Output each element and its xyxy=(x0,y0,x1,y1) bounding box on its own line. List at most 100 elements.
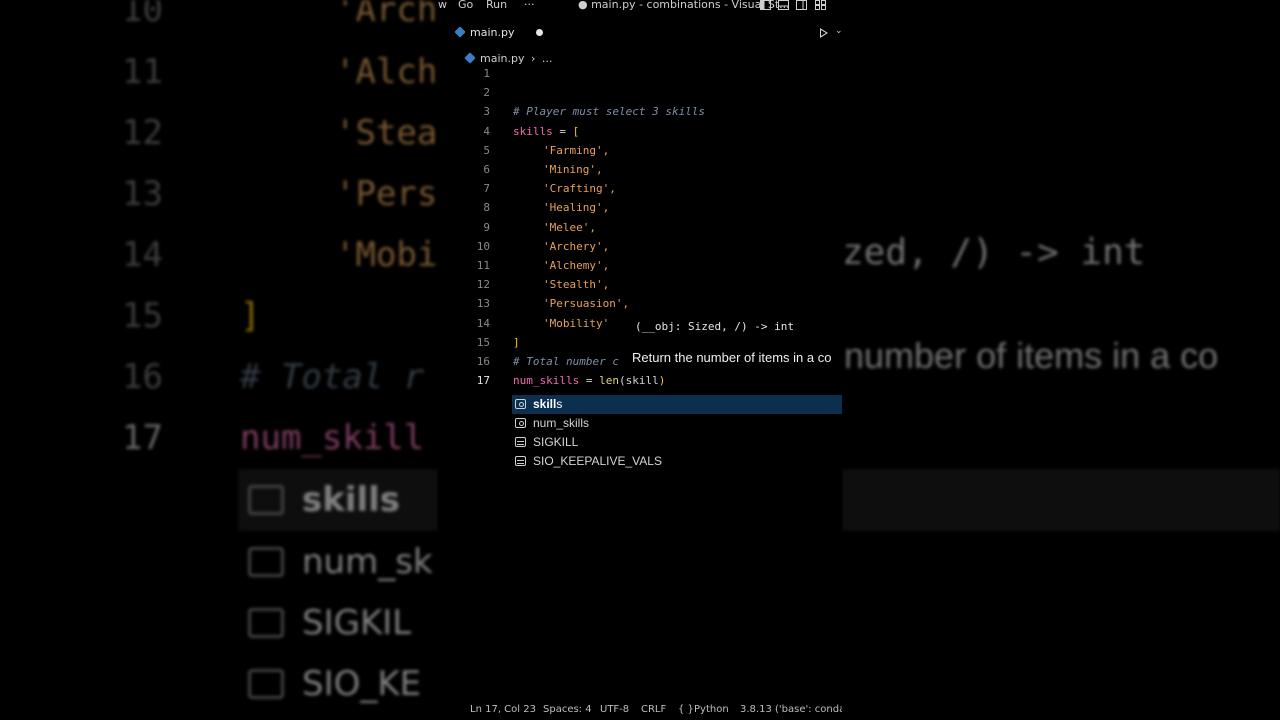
code-line[interactable]: 'Alchemy', xyxy=(543,259,609,272)
line-number: 9 xyxy=(483,220,490,234)
braces-icon: { } xyxy=(678,704,694,715)
menu-go[interactable]: Go xyxy=(458,0,473,11)
bg-string: 'Pers xyxy=(335,174,438,214)
layout-panel-icon[interactable] xyxy=(778,0,789,13)
python-file-icon xyxy=(464,52,476,64)
line-number: 6 xyxy=(483,163,490,176)
suggestion-match: skill xyxy=(533,397,557,411)
code-variable: num_skills xyxy=(513,374,580,388)
layout-sidebar-icon[interactable] xyxy=(760,0,771,13)
background-zoom-left: 10 11 12 13 14 15 16 17 'Arch 'Alch 'Ste… xyxy=(0,0,438,720)
code-string: 'Mining', xyxy=(543,163,603,176)
variable-icon xyxy=(515,418,526,428)
code-variable: skills xyxy=(513,124,553,138)
customize-layout-icon[interactable] xyxy=(815,0,826,13)
line-number: 15 xyxy=(476,335,490,349)
suggestion-item[interactable]: SIGKILL xyxy=(512,433,842,452)
code-paren: ( xyxy=(618,374,626,388)
code-string: 'Crafting', xyxy=(543,182,616,196)
code-line[interactable]: 'Stealth', xyxy=(543,278,609,291)
status-cursor-position[interactable]: Ln 17, Col 23 xyxy=(470,704,536,715)
doc-hover: Return the number of items in a co xyxy=(630,350,834,365)
window-title: ● main.py - combinations - Visual St... xyxy=(578,0,790,11)
python-file-icon xyxy=(454,26,466,38)
bg-string: 'Arch xyxy=(335,0,438,30)
suggestion-item[interactable]: skills xyxy=(512,395,842,414)
bg-bracket: ] xyxy=(240,296,261,336)
status-encoding[interactable]: UTF-8 xyxy=(600,704,629,715)
code-line[interactable]: 'Crafting', xyxy=(543,182,616,195)
tab-label: main.py xyxy=(470,26,515,39)
line-number: 4 xyxy=(483,124,490,138)
bg-signature: zed, /) -> int xyxy=(842,232,1146,273)
line-number: 1 xyxy=(483,67,490,80)
unsaved-dot-icon[interactable] xyxy=(536,29,543,36)
code-line[interactable]: # Player must select 3 skills xyxy=(513,105,705,118)
code-line[interactable]: num_skills = len(skill) xyxy=(513,374,665,387)
line-number: 13 xyxy=(476,297,490,311)
status-interpreter[interactable]: 3.8.13 ('base': conda) xyxy=(740,704,842,715)
run-play-icon[interactable] xyxy=(820,28,828,38)
suggestion-text: s xyxy=(556,397,563,411)
line-number: 17 xyxy=(476,374,490,388)
layout-secondary-icon[interactable] xyxy=(796,0,807,13)
suggestion-text: SIO_KEEPALIVE_VALS xyxy=(533,454,662,468)
status-bar: Ln 17, Col 23 Spaces: 4 UTF-8 CRLF { } P… xyxy=(438,702,842,720)
code-operator: = xyxy=(579,374,600,388)
code-line[interactable]: 'Farming', xyxy=(543,144,609,157)
code-function: len xyxy=(599,374,619,388)
code-comment: # Total number c xyxy=(513,355,619,368)
line-number: 10 xyxy=(476,239,490,253)
breadcrumb-symbols[interactable]: ... xyxy=(542,52,553,65)
code-line[interactable]: ] xyxy=(513,336,520,349)
code-bracket: [ xyxy=(572,124,580,138)
bg-suggestion: SIGKIL xyxy=(302,603,412,643)
code-operator: = xyxy=(552,124,573,138)
bg-string: 'Mobi xyxy=(335,235,438,275)
status-indentation[interactable]: Spaces: 4 xyxy=(543,704,592,715)
menu-run[interactable]: Run xyxy=(486,0,507,11)
status-eol[interactable]: CRLF xyxy=(641,704,666,715)
line-number: 11 xyxy=(476,259,490,272)
signature-hint: (__obj: Sized, /) -> int xyxy=(632,320,797,333)
bg-suggestion: SIO_KE xyxy=(302,664,422,704)
suggestion-item[interactable]: SIO_KEEPALIVE_VALS xyxy=(512,452,842,471)
bg-line-number: 11 xyxy=(122,52,163,92)
bg-constant-icon xyxy=(248,608,284,638)
chevron-down-icon[interactable]: ⌄ xyxy=(835,26,842,36)
code-line[interactable]: # Total number c xyxy=(513,355,619,368)
title-bar: w Go Run ··· ● main.py - combinations - … xyxy=(438,0,842,14)
bg-line-number: 10 xyxy=(122,0,163,30)
bg-constant-icon xyxy=(248,669,284,699)
code-string: 'Farming', xyxy=(543,143,610,157)
code-string: 'Melee', xyxy=(543,220,596,234)
code-line[interactable]: 'Mobility' xyxy=(543,317,609,330)
bg-line-number: 13 xyxy=(122,174,163,214)
line-number: 2 xyxy=(483,86,490,100)
suggestion-item[interactable]: num_skills xyxy=(512,414,842,433)
code-line[interactable]: skills = [ xyxy=(513,125,579,138)
code-string: 'Persuasion', xyxy=(543,297,630,311)
code-line[interactable]: 'Melee', xyxy=(543,221,596,234)
bg-string: 'Stea xyxy=(335,113,438,153)
code-line[interactable]: 'Persuasion', xyxy=(543,297,629,310)
code-line[interactable]: 'Mining', xyxy=(543,163,603,176)
menu-go-partial[interactable]: w xyxy=(438,0,447,11)
code-string: 'Healing', xyxy=(543,201,610,215)
background-zoom-right: zed, /) -> int number of items in a co xyxy=(842,0,1280,720)
bg-line-number: 15 xyxy=(122,296,163,336)
variable-icon xyxy=(515,399,526,409)
bg-string: 'Alch xyxy=(335,52,438,92)
code-paren: ) xyxy=(658,374,666,388)
breadcrumb-file[interactable]: main.py xyxy=(480,52,524,65)
code-bracket: ] xyxy=(513,335,520,349)
code-line[interactable]: 'Healing', xyxy=(543,201,609,214)
menu-more[interactable]: ··· xyxy=(524,0,535,11)
line-number: 12 xyxy=(476,278,490,292)
code-comment: # Player must select 3 skills xyxy=(513,105,706,119)
status-language[interactable]: Python xyxy=(694,704,729,715)
code-line[interactable]: 'Archery', xyxy=(543,240,609,253)
bg-selection-highlight xyxy=(842,469,1280,531)
constant-icon xyxy=(515,437,526,447)
tab-main-py[interactable]: main.py xyxy=(454,26,515,39)
